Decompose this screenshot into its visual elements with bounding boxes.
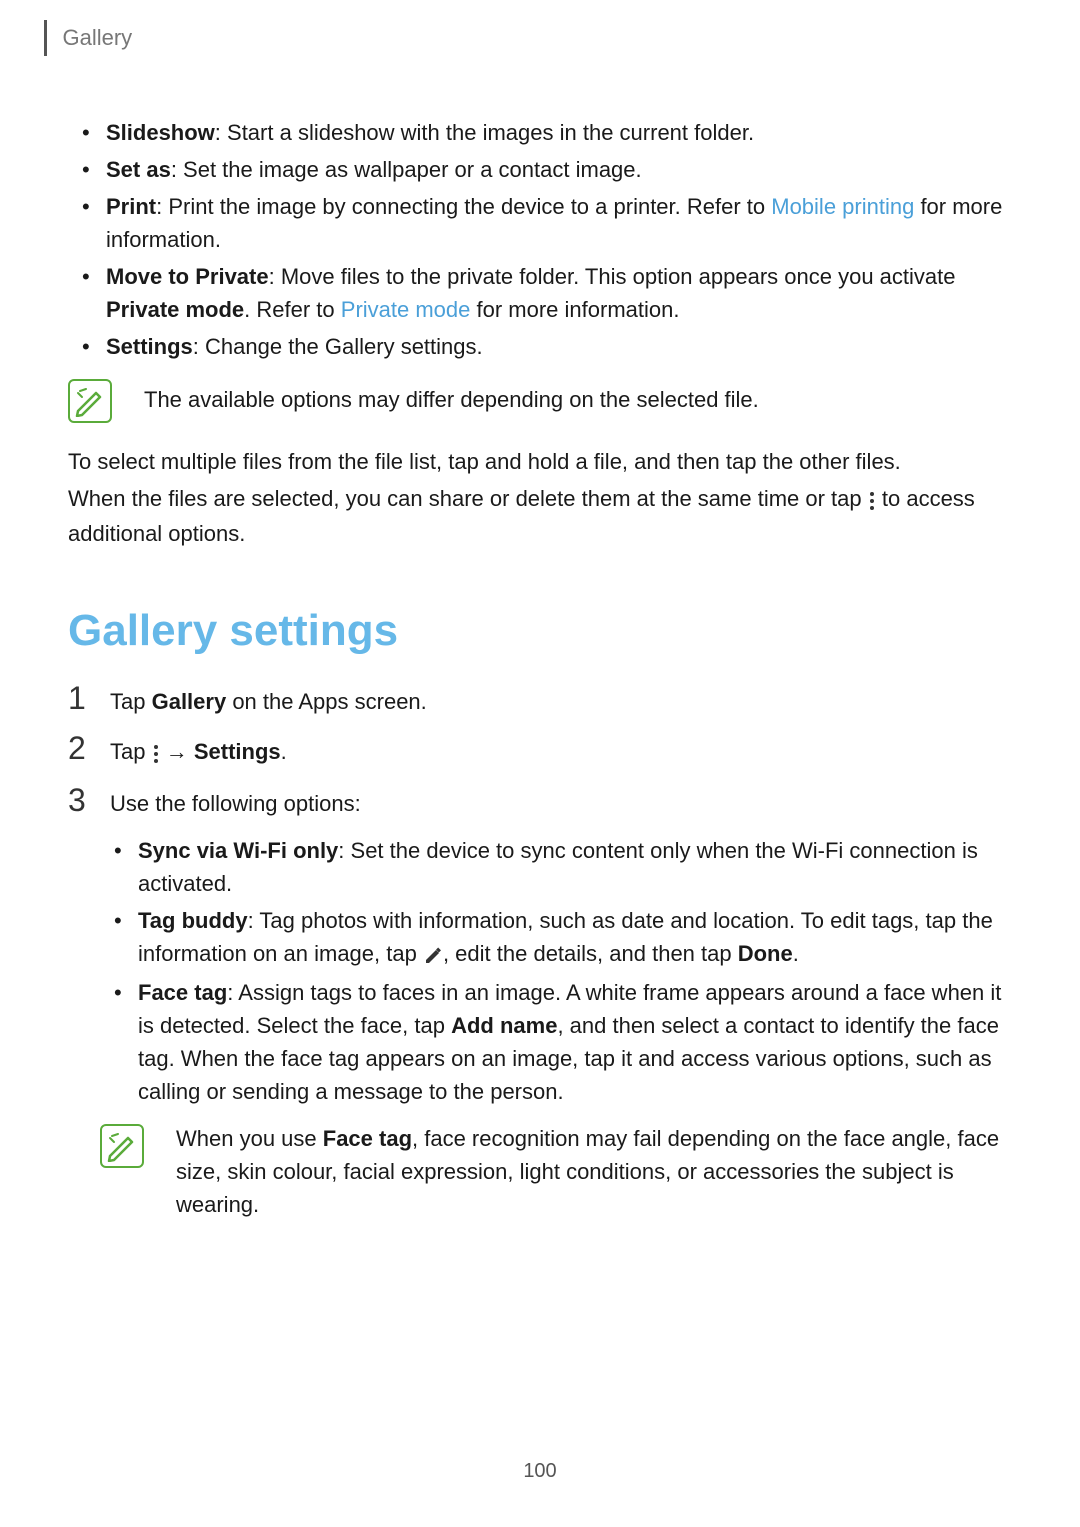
step-body: Tap → Settings. — [110, 735, 1012, 770]
list-item: Tag buddy: Tag photos with information, … — [138, 904, 1012, 972]
list-item: Settings: Change the Gallery settings. — [106, 330, 1012, 363]
note-box: The available options may differ dependi… — [68, 377, 1012, 423]
options-list: Slideshow: Start a slideshow with the im… — [68, 116, 1012, 363]
header-title: Gallery — [63, 25, 133, 51]
paragraph: To select multiple files from the file l… — [68, 445, 1012, 478]
note-text: The available options may differ dependi… — [144, 377, 1012, 416]
option-label: Tag buddy — [138, 908, 248, 933]
list-item: Sync via Wi-Fi only: Set the device to s… — [138, 834, 1012, 900]
step-number: 3 — [68, 784, 94, 816]
page-header: Gallery — [44, 20, 1012, 56]
more-options-icon — [152, 737, 160, 770]
note-icon — [100, 1124, 144, 1168]
header-divider — [44, 20, 47, 56]
option-text: : Start a slideshow with the images in t… — [215, 120, 754, 145]
option-text: : Move files to the private folder. This… — [269, 264, 956, 289]
text-bold: Settings — [194, 739, 281, 764]
note-text: When you use Face tag, face recognition … — [176, 1122, 1012, 1221]
option-label: Move to Private — [106, 264, 269, 289]
step-3: 3 Use the following options: — [68, 784, 1012, 820]
note-box: When you use Face tag, face recognition … — [100, 1122, 1012, 1221]
edit-pencil-icon — [423, 939, 443, 972]
option-bold: Private mode — [106, 297, 244, 322]
option-text: , edit the details, and then tap — [443, 941, 738, 966]
text-bold: Add name — [451, 1013, 557, 1038]
option-label: Settings — [106, 334, 193, 359]
option-text: . Refer to — [244, 297, 341, 322]
text: When you use — [176, 1126, 323, 1151]
option-text: : Change the Gallery settings. — [193, 334, 483, 359]
list-item: Face tag: Assign tags to faces in an ima… — [138, 976, 1012, 1108]
option-label: Set as — [106, 157, 171, 182]
list-item: Move to Private: Move files to the priva… — [106, 260, 1012, 326]
note-icon — [68, 379, 112, 423]
text-bold: Face tag — [323, 1126, 412, 1151]
text: on the Apps screen. — [226, 689, 427, 714]
link-private-mode[interactable]: Private mode — [341, 297, 471, 322]
option-text: for more information. — [470, 297, 679, 322]
more-options-icon — [868, 484, 876, 517]
option-label: Slideshow — [106, 120, 215, 145]
list-item: Set as: Set the image as wallpaper or a … — [106, 153, 1012, 186]
option-text: . — [793, 941, 799, 966]
page-number: 100 — [0, 1460, 1080, 1483]
list-item: Print: Print the image by connecting the… — [106, 190, 1012, 256]
option-label: Print — [106, 194, 156, 219]
step-2: 2 Tap → Settings. — [68, 732, 1012, 770]
text: . — [281, 739, 287, 764]
option-text: : Set the image as wallpaper or a contac… — [171, 157, 642, 182]
step-body: Use the following options: — [110, 787, 1012, 820]
text: When the files are selected, you can sha… — [68, 486, 868, 511]
paragraph: When the files are selected, you can sha… — [68, 482, 1012, 550]
sub-options-list: Sync via Wi-Fi only: Set the device to s… — [68, 834, 1012, 1108]
step-1: 1 Tap Gallery on the Apps screen. — [68, 682, 1012, 718]
step-body: Tap Gallery on the Apps screen. — [110, 685, 1012, 718]
link-mobile-printing[interactable]: Mobile printing — [771, 194, 914, 219]
text: Tap — [110, 689, 152, 714]
option-label: Face tag — [138, 980, 227, 1005]
text: → — [160, 739, 194, 764]
option-label: Sync via Wi-Fi only — [138, 838, 338, 863]
section-heading: Gallery settings — [68, 606, 1012, 656]
text-bold: Gallery — [152, 689, 227, 714]
step-number: 1 — [68, 682, 94, 714]
text: Tap — [110, 739, 152, 764]
text-bold: Done — [738, 941, 793, 966]
option-text: : Print the image by connecting the devi… — [156, 194, 771, 219]
list-item: Slideshow: Start a slideshow with the im… — [106, 116, 1012, 149]
step-number: 2 — [68, 732, 94, 764]
